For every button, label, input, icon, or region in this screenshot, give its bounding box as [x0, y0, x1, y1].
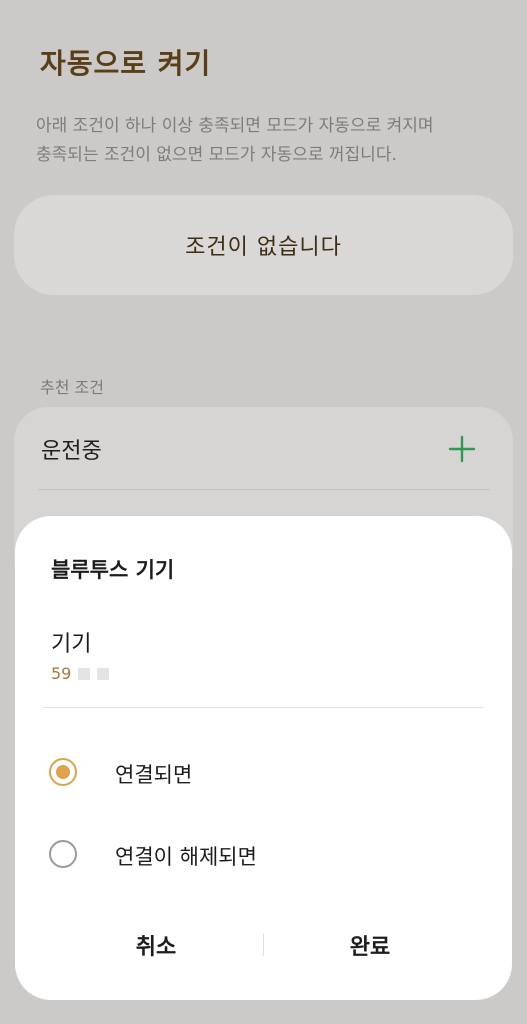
option-connected[interactable]: 연결되면 [49, 753, 469, 793]
cancel-button[interactable]: 취소 [46, 920, 266, 970]
description-line-1: 아래 조건이 하나 이상 충족되면 모드가 자동으로 켜지며 [36, 116, 434, 136]
no-condition-text: 조건이 없습니다 [185, 235, 342, 260]
sheet-divider [43, 707, 484, 708]
description: 아래 조건이 하나 이상 충족되면 모드가 자동으로 켜지며 충족되는 조건이 … [36, 112, 496, 170]
recommended-item-label: 운전중 [41, 439, 102, 464]
radio-unselected-icon[interactable] [49, 840, 77, 868]
redacted-block [97, 667, 110, 680]
radio-selected-icon[interactable] [49, 758, 77, 786]
page-title: 자동으로 켜기 [40, 47, 212, 80]
device-value: 59 [51, 664, 110, 683]
option-label: 연결되면 [115, 763, 193, 787]
plus-icon[interactable] [448, 435, 476, 463]
no-condition-card: 조건이 없습니다 [14, 195, 513, 295]
done-button[interactable]: 완료 [260, 920, 480, 970]
bluetooth-device-sheet: 블루투스 기기 기기 59 연결되면 연결이 해제되면 취소 완료 [15, 516, 512, 1000]
redacted-block [78, 667, 91, 680]
recommended-section-label: 추천 조건 [40, 378, 104, 397]
option-label: 연결이 해제되면 [115, 845, 257, 869]
device-value-text: 59 [51, 664, 72, 683]
device-label: 기기 [51, 632, 92, 657]
recommended-item-driving[interactable]: 운전중 [14, 407, 513, 489]
option-disconnected[interactable]: 연결이 해제되면 [49, 835, 469, 875]
recommended-divider [38, 489, 490, 490]
description-line-2: 충족되는 조건이 없으면 모드가 자동으로 꺼집니다. [36, 145, 397, 165]
sheet-title: 블루투스 기기 [51, 558, 175, 582]
